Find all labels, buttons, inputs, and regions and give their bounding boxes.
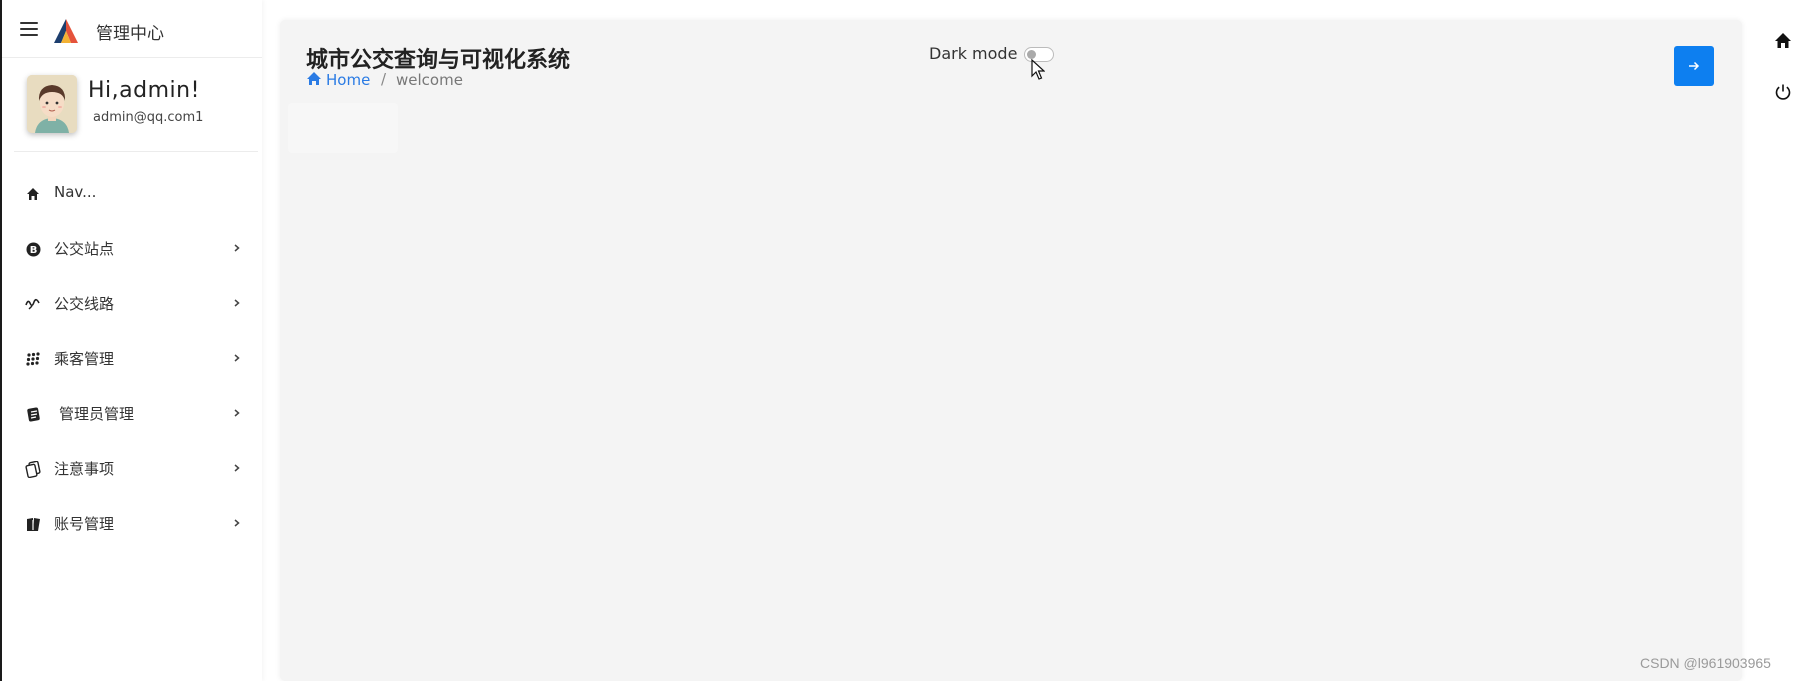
sidebar-item-label: 公交站点 [54, 240, 115, 258]
route-icon [25, 296, 41, 312]
sidebar-item-label: 公交线路 [54, 295, 115, 313]
mouse-cursor-icon [1031, 59, 1045, 80]
sidebar-item-accounts[interactable]: 账号管理 [2, 496, 262, 551]
copy-icon [25, 460, 41, 478]
user-profile: Hi,admin! admin@qq.com1 [14, 58, 258, 152]
menu-toggle-icon[interactable] [20, 22, 38, 36]
watermark-text: CSDN @l961903965 [1640, 655, 1771, 671]
user-email: admin@qq.com1 [93, 110, 204, 125]
arrow-right-icon [1689, 61, 1700, 71]
sidebar-item-nav[interactable]: Nav... [2, 166, 262, 221]
sidebar-item-bus-routes[interactable]: 公交线路 [2, 276, 262, 331]
chevron-right-icon [234, 519, 240, 527]
bus-stop-icon: B [25, 241, 41, 257]
home-icon[interactable] [306, 71, 322, 86]
home-icon[interactable] [1774, 32, 1792, 49]
next-button[interactable] [1674, 46, 1714, 86]
sidebar-item-label: 乘客管理 [54, 350, 115, 368]
home-icon [25, 186, 41, 202]
sidebar-item-passengers[interactable]: 乘客管理 [2, 331, 262, 386]
greeting-text: Hi,admin! [88, 78, 200, 103]
sidebar-item-bus-stops[interactable]: B 公交站点 [2, 221, 262, 276]
sidebar-item-admins[interactable]: 管理员管理 [2, 386, 262, 441]
notebook-icon [25, 406, 41, 422]
sidebar-item-label: Nav... [54, 183, 97, 201]
book-icon [25, 516, 41, 532]
sidebar: 管理中心 Hi,admin! admin@qq.com1 Nav... B 公交… [0, 0, 262, 681]
breadcrumb-separator: / [381, 70, 387, 88]
breadcrumb-home-link[interactable]: Home [326, 71, 370, 89]
chevron-right-icon [234, 354, 240, 362]
placeholder-block [288, 103, 398, 153]
app-title: 管理中心 [96, 24, 164, 44]
power-icon[interactable] [1774, 83, 1792, 101]
page-title: 城市公交查询与可视化系统 [306, 48, 571, 73]
sidebar-item-label: 注意事项 [54, 460, 115, 478]
chevron-right-icon [234, 409, 240, 417]
breadcrumb-current: welcome [396, 71, 463, 89]
sidebar-item-label: 管理员管理 [59, 405, 135, 423]
sidebar-nav: Nav... B 公交站点 公交线路 乘客管理 管理员管理 注意事项 账号管理 [2, 166, 262, 551]
sidebar-item-label: 账号管理 [54, 515, 115, 533]
chevron-right-icon [234, 464, 240, 472]
chevron-right-icon [234, 299, 240, 307]
app-root: 管理中心 Hi,admin! admin@qq.com1 Nav... B 公交… [0, 0, 1810, 681]
grid-dots-icon [25, 351, 41, 367]
chevron-right-icon [234, 244, 240, 252]
dark-mode-label: Dark mode [929, 44, 1018, 63]
main-card: 城市公交查询与可视化系统 Home / welcome Dark mode [280, 20, 1742, 681]
brand-bar: 管理中心 [2, 0, 262, 58]
svg-text:B: B [29, 245, 37, 256]
app-logo-icon [54, 19, 78, 43]
avatar[interactable] [27, 75, 77, 133]
sidebar-item-notices[interactable]: 注意事项 [2, 441, 262, 496]
